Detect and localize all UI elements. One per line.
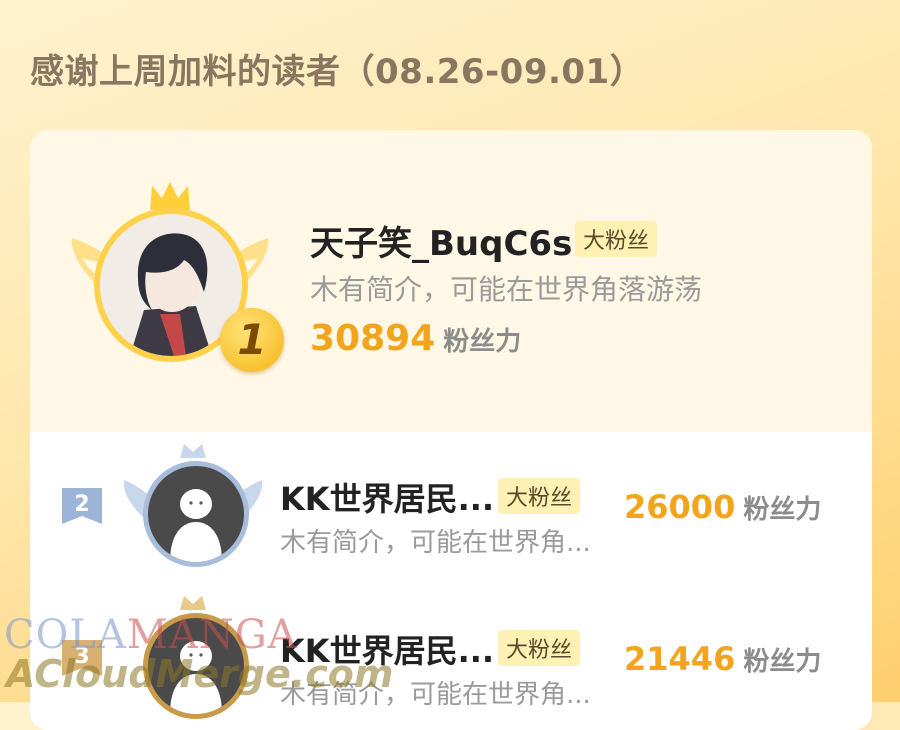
default-avatar-icon (170, 641, 222, 714)
fan-level-badge: 大粉丝 (498, 478, 581, 514)
fan-power-score: 30894 粉丝力 (310, 318, 521, 359)
page-title: 感谢上周加料的读者（08.26-09.01） (30, 52, 645, 92)
leaderboard-card: 1 天子笑_BuqC6s 大粉丝 木有简介，可能在世界角落游荡 30894 粉丝力… (30, 130, 872, 730)
list-item[interactable]: 2 KK世界居民... 大粉丝 木有简介，可能在世界角... 26000 粉丝力 (30, 440, 872, 590)
fan-level-badge: 大粉丝 (498, 630, 581, 666)
score-value: 26000 (624, 488, 736, 526)
rank-badge-icon: 1 (220, 308, 284, 372)
score-value: 21446 (624, 640, 736, 678)
avatar[interactable] (148, 618, 244, 714)
fan-power-score: 26000 粉丝力 (624, 488, 821, 526)
top-reader-panel[interactable]: 1 天子笑_BuqC6s 大粉丝 木有简介，可能在世界角落游荡 30894 粉丝力 (30, 130, 872, 432)
avatar-frame-bronze (118, 592, 268, 730)
avatar[interactable] (148, 466, 244, 562)
avatar-frame-silver (118, 440, 268, 590)
score-label: 粉丝力 (743, 495, 822, 525)
score-value: 30894 (310, 318, 436, 359)
reader-bio: 木有简介，可能在世界角... (280, 680, 591, 710)
rank-badge-icon: 3 (60, 638, 104, 678)
fan-power-score: 21446 粉丝力 (624, 640, 821, 678)
reader-name[interactable]: KK世界居民... (280, 474, 494, 520)
reader-bio: 木有简介，可能在世界角落游荡 (310, 273, 703, 306)
fan-level-badge: 大粉丝 (575, 221, 658, 257)
score-label: 粉丝力 (743, 647, 822, 677)
score-label: 粉丝力 (443, 327, 522, 357)
reader-bio: 木有简介，可能在世界角... (280, 528, 591, 558)
default-avatar-icon (170, 489, 222, 562)
rank-number: 2 (74, 492, 90, 517)
reader-name[interactable]: 天子笑_BuqC6s (310, 216, 572, 265)
crown-icon (150, 182, 190, 210)
rank-number: 3 (74, 644, 90, 669)
list-item[interactable]: 3 KK世界居民... 大粉丝 木有简介，可能在世界角... 21446 粉丝力 (30, 592, 872, 730)
avatar-frame-gold: 1 (70, 180, 284, 380)
rank-badge-icon: 2 (60, 486, 104, 526)
reader-name[interactable]: KK世界居民... (280, 626, 494, 672)
